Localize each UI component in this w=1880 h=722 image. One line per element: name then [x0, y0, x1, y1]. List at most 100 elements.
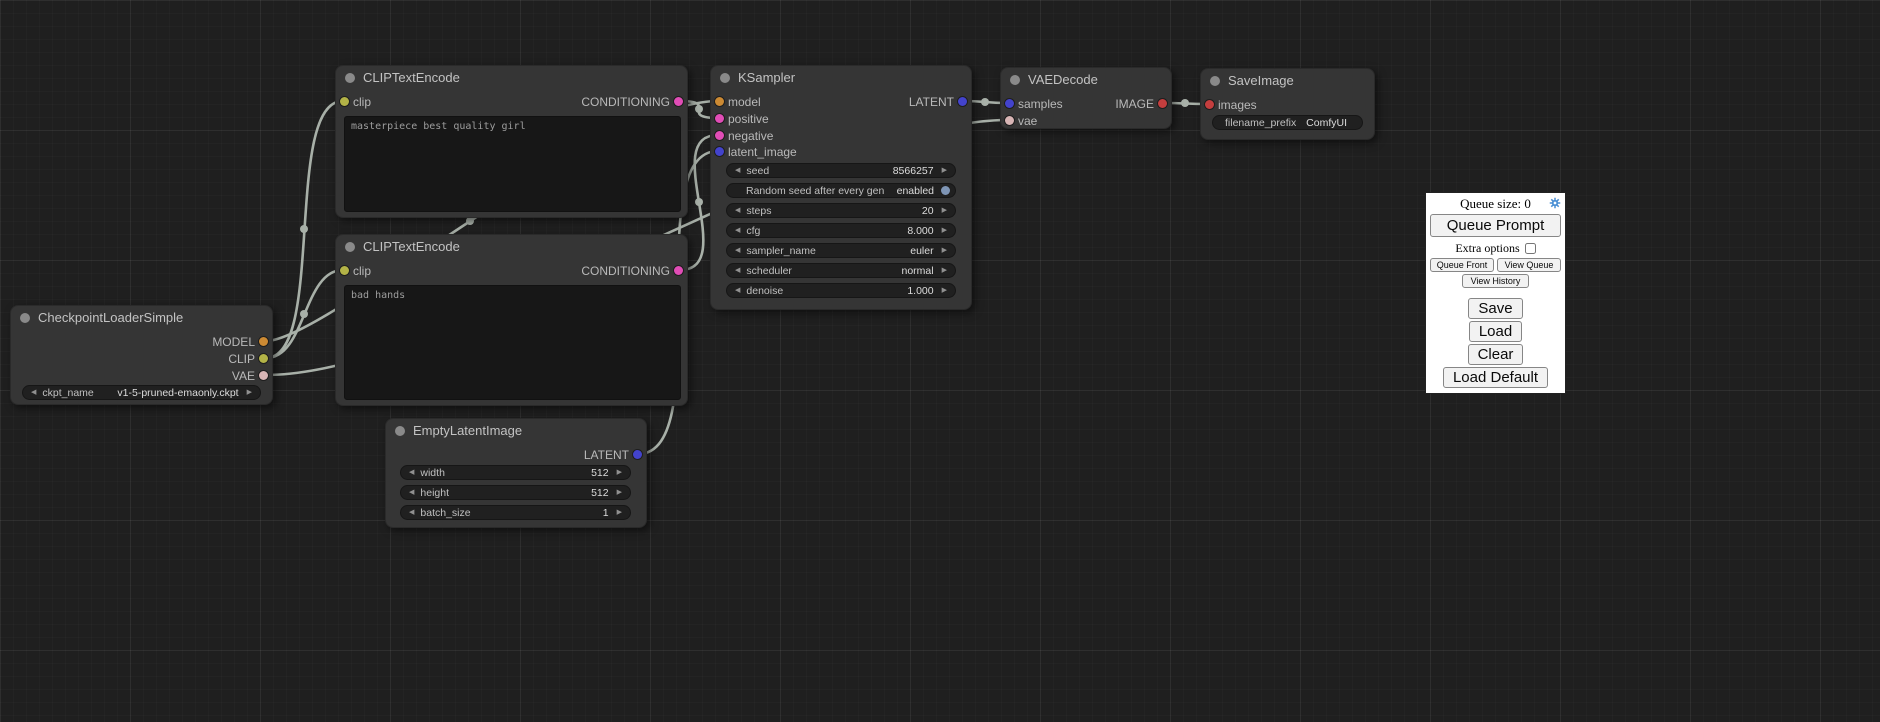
node-title: KSampler	[738, 70, 795, 85]
clip-output-port[interactable]	[259, 354, 268, 363]
node-title-bar[interactable]: SaveImage	[1201, 69, 1374, 93]
increment-arrow-icon[interactable]: ▶	[939, 204, 950, 217]
link-midpoint-dot	[695, 198, 703, 206]
slot-label: latent_image	[728, 145, 797, 159]
widget-batch-size[interactable]: ◀ batch_size 1 ▶	[400, 505, 631, 520]
node-clip-text-encode-negative[interactable]: CLIPTextEncode clip CONDITIONING bad han…	[335, 234, 688, 406]
increment-arrow-icon[interactable]: ▶	[939, 244, 950, 257]
node-title-bar[interactable]: KSampler	[711, 66, 971, 90]
decrement-arrow-icon[interactable]: ◀	[732, 164, 743, 177]
collapse-dot-icon[interactable]	[720, 73, 730, 83]
widget-random-seed[interactable]: Random seed after every gen enabled	[726, 183, 956, 198]
save-button[interactable]: Save	[1468, 298, 1522, 319]
increment-arrow-icon[interactable]: ▶	[614, 486, 625, 499]
node-title: VAEDecode	[1028, 72, 1098, 87]
images-input-port[interactable]	[1205, 100, 1214, 109]
decrement-arrow-icon[interactable]: ◀	[28, 386, 39, 399]
latent-image-input-port[interactable]	[715, 147, 724, 156]
latent-output-port[interactable]	[633, 450, 642, 459]
node-title: SaveImage	[1228, 73, 1294, 88]
view-history-button[interactable]: View History	[1462, 274, 1530, 288]
collapse-dot-icon[interactable]	[1210, 76, 1220, 86]
increment-arrow-icon[interactable]: ▶	[614, 506, 625, 519]
node-title-bar[interactable]: VAEDecode	[1001, 68, 1171, 92]
widget-filename-prefix[interactable]: filename_prefix ComfyUI	[1212, 115, 1363, 130]
widget-steps[interactable]: ◀ steps 20 ▶	[726, 203, 956, 218]
node-checkpoint-loader[interactable]: CheckpointLoaderSimple MODEL CLIP VAE ◀ …	[10, 305, 273, 405]
node-title-bar[interactable]: EmptyLatentImage	[386, 419, 646, 443]
vae-input-port[interactable]	[1005, 116, 1014, 125]
widget-label: width	[420, 467, 445, 479]
widget-ckpt-name[interactable]: ◀ ckpt_name v1-5-pruned-emaonly.ckpt ▶	[22, 385, 261, 400]
collapse-dot-icon[interactable]	[1010, 75, 1020, 85]
widget-value: normal	[797, 265, 934, 277]
conditioning-output-port[interactable]	[674, 97, 683, 106]
node-title-bar[interactable]: CLIPTextEncode	[336, 66, 687, 90]
decrement-arrow-icon[interactable]: ◀	[406, 506, 417, 519]
widget-sampler-name[interactable]: ◀ sampler_name euler ▶	[726, 243, 956, 258]
collapse-dot-icon[interactable]	[20, 313, 30, 323]
slot-label: LATENT	[909, 95, 954, 109]
clip-input-port[interactable]	[340, 266, 349, 275]
widget-seed[interactable]: ◀ seed 8566257 ▶	[726, 163, 956, 178]
extra-options-checkbox[interactable]	[1525, 243, 1536, 254]
input-slot-model: model	[711, 95, 761, 109]
collapse-dot-icon[interactable]	[395, 426, 405, 436]
link-midpoint-dot	[300, 310, 308, 318]
widget-denoise[interactable]: ◀ denoise 1.000 ▶	[726, 283, 956, 298]
settings-gear-icon[interactable]	[1549, 197, 1561, 209]
increment-arrow-icon[interactable]: ▶	[939, 264, 950, 277]
negative-prompt-textarea[interactable]: bad hands	[344, 285, 681, 400]
positive-input-port[interactable]	[715, 114, 724, 123]
node-title: CheckpointLoaderSimple	[38, 310, 183, 325]
decrement-arrow-icon[interactable]: ◀	[732, 264, 743, 277]
input-slot-vae: vae	[1001, 114, 1037, 128]
vae-output-port[interactable]	[259, 371, 268, 380]
widget-cfg[interactable]: ◀ cfg 8.000 ▶	[726, 223, 956, 238]
queue-prompt-button[interactable]: Queue Prompt	[1430, 214, 1561, 237]
increment-arrow-icon[interactable]: ▶	[939, 164, 950, 177]
load-default-button[interactable]: Load Default	[1443, 367, 1548, 388]
widget-width[interactable]: ◀ width 512 ▶	[400, 465, 631, 480]
decrement-arrow-icon[interactable]: ◀	[406, 466, 417, 479]
slot-label: negative	[728, 129, 773, 143]
decrement-arrow-icon[interactable]: ◀	[732, 284, 743, 297]
node-empty-latent-image[interactable]: EmptyLatentImage LATENT ◀ width 512 ▶ ◀ …	[385, 418, 647, 528]
decrement-arrow-icon[interactable]: ◀	[732, 204, 743, 217]
model-output-port[interactable]	[259, 337, 268, 346]
clip-input-port[interactable]	[340, 97, 349, 106]
image-output-port[interactable]	[1158, 99, 1167, 108]
node-clip-text-encode-positive[interactable]: CLIPTextEncode clip CONDITIONING masterp…	[335, 65, 688, 218]
load-button[interactable]: Load	[1469, 321, 1522, 342]
queue-front-button[interactable]: Queue Front	[1430, 258, 1494, 272]
increment-arrow-icon[interactable]: ▶	[939, 224, 950, 237]
widget-height[interactable]: ◀ height 512 ▶	[400, 485, 631, 500]
samples-input-port[interactable]	[1005, 99, 1014, 108]
node-ksampler[interactable]: KSampler model positive negative latent_…	[710, 65, 972, 310]
input-slot-latent-image: latent_image	[711, 145, 797, 159]
increment-arrow-icon[interactable]: ▶	[244, 386, 255, 399]
increment-arrow-icon[interactable]: ▶	[614, 466, 625, 479]
collapse-dot-icon[interactable]	[345, 242, 355, 252]
positive-prompt-textarea[interactable]: masterpiece best quality girl	[344, 116, 681, 212]
node-title-bar[interactable]: CheckpointLoaderSimple	[11, 306, 272, 330]
negative-input-port[interactable]	[715, 131, 724, 140]
node-save-image[interactable]: SaveImage images filename_prefix ComfyUI	[1200, 68, 1375, 140]
widget-label: cfg	[746, 225, 760, 237]
decrement-arrow-icon[interactable]: ◀	[732, 224, 743, 237]
conditioning-output-port[interactable]	[674, 266, 683, 275]
widget-scheduler[interactable]: ◀ scheduler normal ▶	[726, 263, 956, 278]
model-input-port[interactable]	[715, 97, 724, 106]
node-title-bar[interactable]: CLIPTextEncode	[336, 235, 687, 259]
increment-arrow-icon[interactable]: ▶	[939, 284, 950, 297]
random-seed-toggle[interactable]	[941, 186, 950, 195]
collapse-dot-icon[interactable]	[345, 73, 355, 83]
view-queue-button[interactable]: View Queue	[1497, 258, 1561, 272]
slot-label: VAE	[232, 369, 255, 383]
latent-output-port[interactable]	[958, 97, 967, 106]
decrement-arrow-icon[interactable]: ◀	[732, 244, 743, 257]
clear-button[interactable]: Clear	[1468, 344, 1524, 365]
node-vae-decode[interactable]: VAEDecode samples vae IMAGE	[1000, 67, 1172, 129]
slot-label: CONDITIONING	[581, 264, 670, 278]
decrement-arrow-icon[interactable]: ◀	[406, 486, 417, 499]
